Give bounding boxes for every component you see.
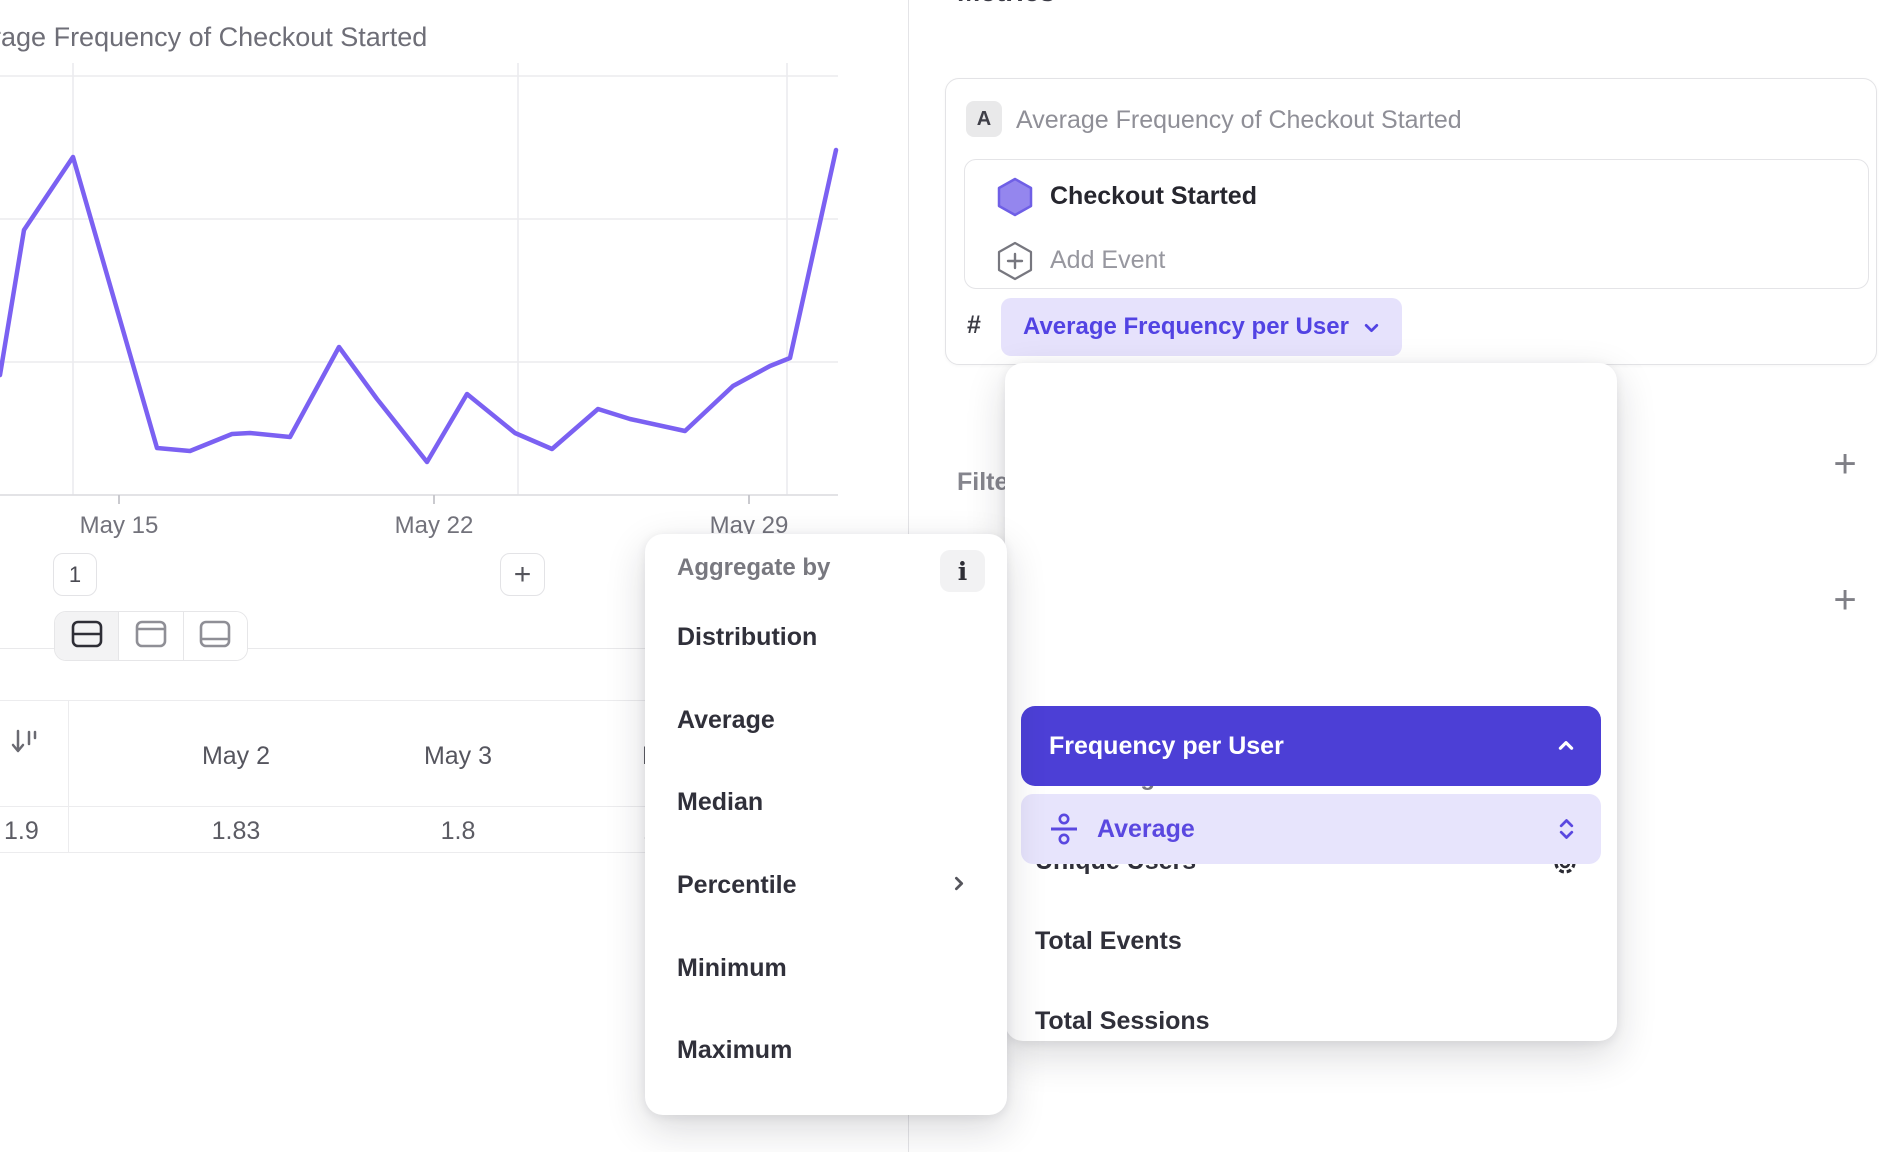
x-axis-label: May 15 xyxy=(59,512,179,540)
selected-item-label: Frequency per User xyxy=(1049,732,1284,761)
layout-split-button[interactable] xyxy=(55,612,118,660)
table-column-divider xyxy=(68,700,69,852)
layout-table-bottom-button[interactable] xyxy=(183,612,247,660)
table-header-cell[interactable]: May 2 xyxy=(125,742,347,771)
event-hexagon-icon xyxy=(997,177,1033,222)
menu-item-frequency-per-user-selected[interactable]: Frequency per User xyxy=(1021,706,1601,786)
chart-area: May 15May 22May 29 xyxy=(0,0,908,560)
table-cell: 1.8 xyxy=(347,817,569,846)
metrics-section-title: Metrics xyxy=(957,0,1055,8)
numeric-measure-symbol: # xyxy=(967,311,981,340)
table-cell: 1.83 xyxy=(125,817,347,846)
event-name[interactable]: Checkout Started xyxy=(1050,182,1257,211)
add-chart-button[interactable]: + xyxy=(500,553,545,596)
aggregate-by-menu: Aggregate by i Distribution Average Medi… xyxy=(645,534,1007,1115)
menu-subitem-average[interactable]: Average xyxy=(1021,794,1601,864)
metric-title-input[interactable]: Average Frequency of Checkout Started xyxy=(1016,106,1462,135)
aggregate-menu-title: Aggregate by xyxy=(677,554,830,582)
add-breakdown-button[interactable]: + xyxy=(1823,578,1867,622)
menu-item-average[interactable]: Average xyxy=(677,706,775,735)
metric-letter-badge: A xyxy=(966,101,1002,137)
table-header-cell[interactable]: May 3 xyxy=(347,742,569,771)
chevron-right-icon xyxy=(950,875,967,892)
add-event-hexagon-icon xyxy=(997,241,1033,286)
info-icon[interactable]: i xyxy=(940,550,985,592)
menu-item-minimum[interactable]: Minimum xyxy=(677,954,787,983)
layout-toggle-group xyxy=(54,611,248,661)
add-filter-button[interactable]: + xyxy=(1823,442,1867,486)
insights-report-page: Average Frequency of Checkout Started Ma… xyxy=(0,0,1898,1152)
interval-input[interactable]: 1 xyxy=(53,553,97,596)
chevron-up-icon xyxy=(1557,737,1575,755)
chevron-down-icon xyxy=(1363,319,1380,336)
event-card: Checkout Started Add Event xyxy=(964,159,1869,289)
sort-descending-icon[interactable] xyxy=(10,727,40,762)
x-axis-labels: May 15May 22May 29 xyxy=(0,0,908,560)
measuring-menu: Measuring Advanced Unique Users Total Ev… xyxy=(1005,363,1617,1041)
layout-chart-top-button[interactable] xyxy=(118,612,182,660)
unfold-more-icon xyxy=(1558,817,1575,841)
menu-item-total-sessions[interactable]: Total Sessions xyxy=(1035,1007,1210,1036)
metric-query-card: A Average Frequency of Checkout Started … xyxy=(945,78,1877,365)
table-cell-clipped: 1.9 xyxy=(4,817,39,846)
x-axis-label: May 22 xyxy=(374,512,494,540)
measurement-dropdown[interactable]: Average Frequency per User xyxy=(1001,298,1402,356)
menu-item-percentile[interactable]: Percentile xyxy=(677,871,797,900)
layout-split-icon xyxy=(70,619,104,654)
menu-item-total-events[interactable]: Total Events xyxy=(1035,927,1182,956)
add-event-button[interactable]: Add Event xyxy=(1050,246,1165,275)
layout-table-bottom-icon xyxy=(198,619,232,654)
measurement-dropdown-label: Average Frequency per User xyxy=(1023,313,1349,341)
menu-item-maximum[interactable]: Maximum xyxy=(677,1036,792,1065)
layout-chart-top-icon xyxy=(134,619,168,654)
subitem-label: Average xyxy=(1097,815,1195,844)
menu-item-distribution[interactable]: Distribution xyxy=(677,623,817,652)
average-divide-icon xyxy=(1049,811,1079,847)
menu-item-median[interactable]: Median xyxy=(677,788,763,817)
